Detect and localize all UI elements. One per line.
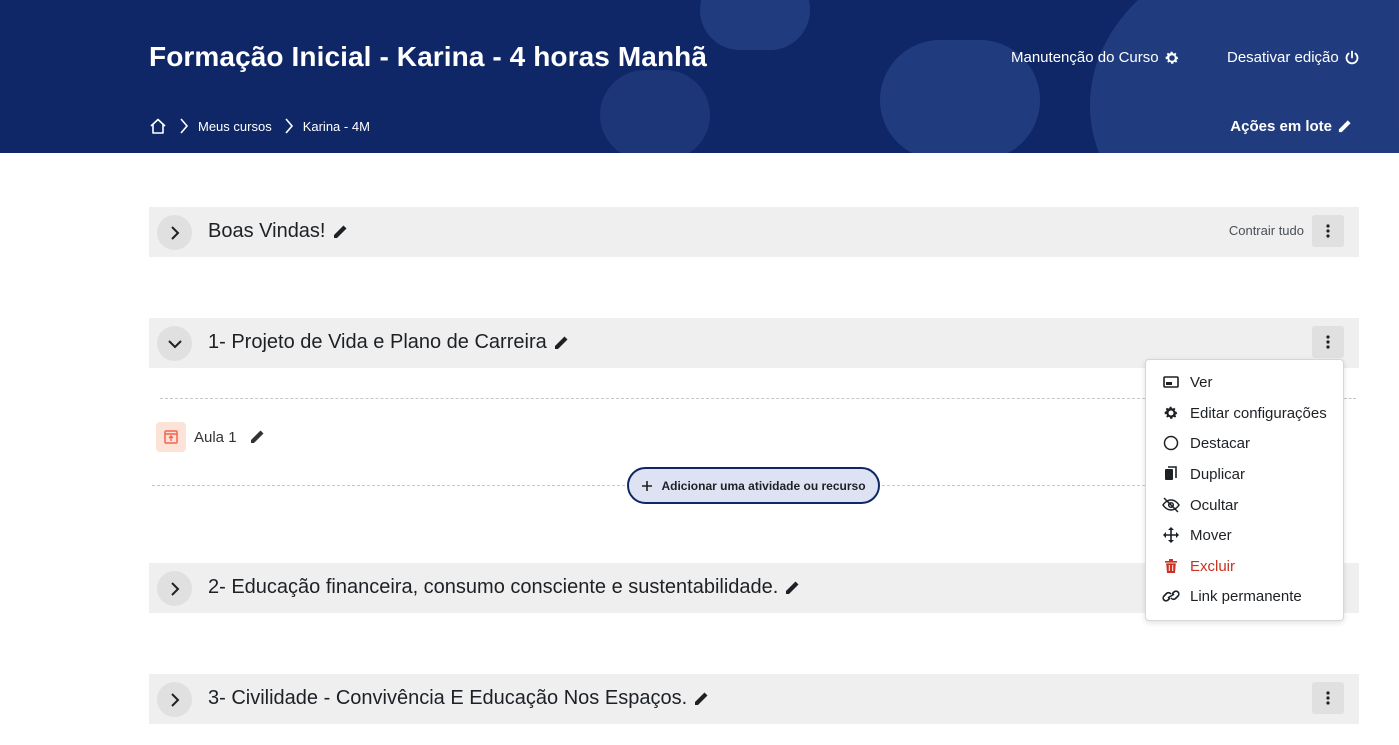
power-icon — [1344, 50, 1360, 66]
link-icon — [1162, 587, 1180, 605]
menu-item-move[interactable]: Mover — [1162, 524, 1232, 546]
page-icon — [156, 422, 186, 452]
chevron-right-icon — [170, 581, 180, 596]
section-title-text: Boas Vindas! — [208, 220, 326, 242]
copy-icon — [1162, 465, 1180, 483]
menu-item-label: Ver — [1190, 373, 1213, 391]
course-title: Formação Inicial - Karina - 4 horas Manh… — [149, 41, 708, 72]
pencil-icon[interactable] — [784, 580, 800, 596]
breadcrumb-current-course[interactable]: Karina - 4M — [303, 119, 370, 134]
circle-icon — [1162, 434, 1180, 452]
menu-item-label: Duplicar — [1190, 465, 1246, 483]
move-icon — [1162, 526, 1180, 544]
chevron-down-icon — [167, 339, 182, 349]
section-title[interactable]: 1- Projeto de Vida e Plano de Carreira — [208, 331, 569, 354]
menu-item-view[interactable]: Ver — [1162, 371, 1213, 393]
menu-item-highlight[interactable]: Destacar — [1162, 432, 1250, 454]
section-title[interactable]: 3- Civilidade - Convivência E Educação N… — [208, 687, 709, 710]
eye-slash-icon — [1162, 496, 1180, 514]
plus-icon — [641, 480, 653, 492]
section-menu-button[interactable] — [1312, 682, 1344, 714]
chevron-right-icon — [284, 118, 294, 134]
kebab-icon — [1326, 224, 1330, 238]
kebab-icon — [1326, 335, 1330, 349]
chevron-right-icon — [179, 118, 189, 134]
section-title-text: 1- Projeto de Vida e Plano de Carreira — [208, 331, 547, 353]
gear-icon — [1164, 50, 1180, 66]
course-header-banner: Formação Inicial - Karina - 4 horas Manh… — [0, 0, 1399, 153]
section-expand-toggle[interactable] — [157, 571, 192, 606]
menu-item-label: Editar configurações — [1190, 404, 1327, 422]
menu-item-hide[interactable]: Ocultar — [1162, 494, 1238, 516]
menu-item-permalink[interactable]: Link permanente — [1162, 585, 1302, 607]
section-title-text: 2- Educação financeira, consumo conscien… — [208, 576, 779, 598]
kebab-icon — [1326, 691, 1330, 705]
course-maintenance-link[interactable]: Manutenção do Curso — [1011, 49, 1180, 66]
disable-editing-link[interactable]: Desativar edição — [1227, 49, 1360, 66]
divider — [160, 398, 1145, 399]
section-actions-menu: Ver Editar configurações Destacar Duplic… — [1145, 359, 1344, 621]
pencil-icon[interactable] — [553, 335, 569, 351]
chevron-right-icon — [170, 225, 180, 240]
collapse-all-link[interactable]: Contrair tudo — [1229, 223, 1304, 238]
divider — [152, 485, 625, 486]
pencil-icon[interactable] — [332, 224, 348, 240]
section-menu-button[interactable] — [1312, 326, 1344, 358]
divider — [1344, 398, 1356, 399]
section-header-welcome: Boas Vindas! Contrair tudo — [149, 207, 1359, 257]
menu-item-label: Destacar — [1190, 434, 1251, 452]
menu-item-label: Excluir — [1190, 557, 1236, 575]
section-title[interactable]: 2- Educação financeira, consumo conscien… — [208, 576, 800, 599]
banner-decoration — [600, 70, 710, 153]
section-title-text: 3- Civilidade - Convivência E Educação N… — [208, 687, 688, 709]
add-activity-button[interactable]: Adicionar uma atividade ou recurso — [627, 467, 880, 504]
course-maintenance-label: Manutenção do Curso — [1011, 49, 1159, 66]
menu-item-label: Ocultar — [1190, 496, 1239, 514]
section-title[interactable]: Boas Vindas! — [208, 220, 348, 243]
breadcrumb: Meus cursos Karina - 4M — [149, 117, 370, 135]
bulk-actions-button[interactable]: Ações em lote — [1230, 118, 1352, 135]
menu-item-label: Link permanente — [1190, 587, 1302, 605]
bulk-actions-label: Ações em lote — [1230, 118, 1332, 135]
gear-icon — [1162, 404, 1180, 422]
breadcrumb-my-courses[interactable]: Meus cursos — [198, 119, 272, 134]
pencil-icon[interactable] — [693, 691, 709, 707]
disable-editing-label: Desativar edição — [1227, 49, 1339, 66]
chevron-right-icon — [170, 692, 180, 707]
section-collapse-toggle[interactable] — [157, 326, 192, 361]
menu-item-edit-settings[interactable]: Editar configurações — [1162, 402, 1327, 424]
section-menu-button[interactable] — [1312, 215, 1344, 247]
add-activity-label: Adicionar uma atividade ou recurso — [661, 478, 866, 493]
home-icon[interactable] — [149, 117, 167, 135]
menu-item-delete[interactable]: Excluir — [1162, 555, 1235, 577]
trash-icon — [1162, 557, 1180, 575]
menu-item-duplicate[interactable]: Duplicar — [1162, 463, 1245, 485]
banner-decoration — [700, 0, 810, 50]
view-icon — [1162, 373, 1180, 391]
section-expand-toggle[interactable] — [157, 682, 192, 717]
divider — [882, 485, 1145, 486]
pencil-icon[interactable] — [249, 429, 265, 445]
section-expand-toggle[interactable] — [157, 215, 192, 250]
section-header-3: 3- Civilidade - Convivência E Educação N… — [149, 674, 1359, 724]
menu-item-label: Mover — [1190, 526, 1232, 544]
pencil-icon — [1337, 119, 1352, 134]
activity-item: Aula 1 — [156, 422, 265, 452]
activity-name[interactable]: Aula 1 — [194, 429, 237, 446]
